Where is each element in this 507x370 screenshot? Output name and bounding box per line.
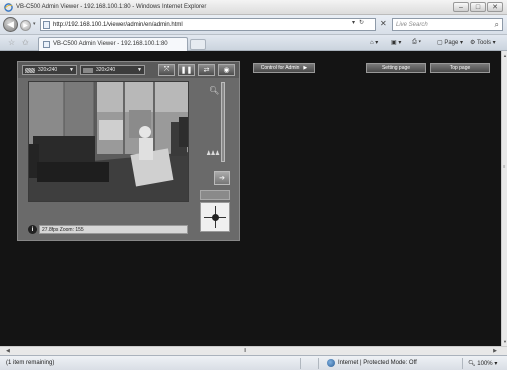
new-tab-button[interactable] bbox=[190, 39, 206, 50]
viewer-toolbar: 320x240 ▼ 320x240 ▼ ⤧ ❚❚ ⇄ ◉ bbox=[18, 62, 239, 78]
refresh-icon[interactable]: ↻ bbox=[359, 19, 364, 26]
zoom-slider[interactable] bbox=[221, 82, 225, 162]
swap-button[interactable]: ⇄ bbox=[198, 64, 215, 76]
play-icon: ▶ bbox=[303, 65, 308, 71]
url-text: http://192.168.100.1/viewer/admin/en/adm… bbox=[53, 22, 183, 28]
page-menu-label: Page bbox=[444, 40, 459, 46]
globe-icon bbox=[327, 359, 335, 367]
tab-label: VB-C500 Admin Viewer - 192.168.100.1:80 bbox=[53, 41, 168, 47]
status-bar: (1 item remaining) Internet | Protected … bbox=[0, 355, 507, 370]
scroll-down-icon[interactable]: ▼ bbox=[503, 339, 507, 344]
camera-icon: ◉ bbox=[223, 67, 230, 74]
page-menu[interactable]: ▢ Page ▾ bbox=[437, 39, 463, 46]
scroll-right-icon[interactable]: ▶ bbox=[493, 348, 497, 354]
address-dropdown-icon[interactable]: ▾ bbox=[352, 19, 355, 26]
forward-button[interactable]: ▶ bbox=[20, 20, 31, 31]
home-icon[interactable]: ⌂ ▾ bbox=[370, 39, 378, 46]
ie-logo-icon bbox=[4, 3, 13, 12]
status-message: (1 item remaining) bbox=[6, 360, 55, 366]
focus-control[interactable] bbox=[200, 190, 230, 200]
scroll-left-icon[interactable]: ◀ bbox=[6, 348, 10, 354]
search-input[interactable]: Live Search ⌕ bbox=[392, 18, 503, 31]
zoom-level-value: 100% bbox=[477, 361, 493, 367]
tab-page-icon bbox=[43, 41, 50, 48]
vertical-scrollbar[interactable]: ▲ ≡ ▼ bbox=[501, 51, 507, 346]
back-button[interactable]: ◀ bbox=[3, 17, 18, 32]
people-icon: ♟♟♟ bbox=[206, 151, 220, 157]
zoom-icon: 🔍︎ bbox=[209, 86, 220, 95]
viewer-status-row: i 27.8fps Zoom: 155 bbox=[28, 225, 188, 234]
zoom-level[interactable]: 🔍︎ 100% ▾ bbox=[468, 360, 497, 367]
tab-bar: ☆ ✩ VB-C500 Admin Viewer - 192.168.100.1… bbox=[0, 35, 507, 51]
status-divider bbox=[300, 358, 301, 369]
feeds-icon[interactable]: ▣ ▾ bbox=[391, 39, 401, 46]
search-icon[interactable]: ⌕ bbox=[495, 20, 499, 30]
minimize-button[interactable]: – bbox=[453, 2, 469, 12]
tools-menu-label: Tools bbox=[476, 40, 491, 46]
swap-icon: ⇄ bbox=[203, 67, 210, 74]
window-title: VB-C500 Admin Viewer - 192.168.100.1:80 … bbox=[16, 4, 207, 10]
stop-icon[interactable]: ✕ bbox=[380, 19, 387, 28]
pad-center-dot bbox=[212, 214, 219, 221]
viewer-status-text: 27.8fps Zoom: 155 bbox=[39, 225, 188, 234]
pan-tilt-pad[interactable] bbox=[200, 202, 230, 232]
maximize-button[interactable]: □ bbox=[470, 2, 486, 12]
top-page-button[interactable]: Top page bbox=[430, 63, 490, 73]
scroll-grip-icon[interactable]: ≡ bbox=[503, 164, 505, 169]
resolution-select-2[interactable]: 320x240 ▼ bbox=[80, 65, 145, 75]
fit-screen-button[interactable]: ⤧ bbox=[158, 64, 175, 76]
tools-menu[interactable]: ⚙ Tools ▾ bbox=[470, 39, 496, 46]
resolution-select-2-value: 320x240 bbox=[96, 67, 116, 73]
chevron-down-icon: ▼ bbox=[69, 67, 74, 73]
scroll-grip-icon[interactable]: ⦀ bbox=[244, 348, 246, 354]
pause-button[interactable]: ❚❚ bbox=[178, 64, 195, 76]
tab-admin-viewer[interactable]: VB-C500 Admin Viewer - 192.168.100.1:80 bbox=[38, 37, 188, 51]
history-dropdown-icon[interactable]: ▾ bbox=[33, 21, 36, 27]
search-placeholder: Live Search bbox=[396, 22, 428, 28]
status-divider bbox=[462, 358, 463, 369]
back-arrow-icon: ◀ bbox=[7, 19, 14, 29]
camera-viewer-panel: 320x240 ▼ 320x240 ▼ ⤧ ❚❚ ⇄ ◉ 🔍︎ ♟♟♟ ➔ i … bbox=[17, 61, 240, 241]
pattern-swatch-icon bbox=[25, 68, 35, 73]
security-zone[interactable]: Internet | Protected Mode: Off bbox=[338, 360, 417, 366]
camera-video-feed[interactable] bbox=[28, 81, 189, 202]
control-for-admin-label: Control for Admin bbox=[260, 65, 300, 71]
chevron-down-icon: ▼ bbox=[137, 67, 142, 73]
window-title-bar: VB-C500 Admin Viewer - 192.168.100.1:80 … bbox=[0, 0, 507, 15]
navigation-bar: ◀ ▶ ▾ http://192.168.100.1/viewer/admin/… bbox=[0, 15, 507, 35]
favorites-star-icon[interactable]: ☆ bbox=[8, 38, 15, 47]
status-divider bbox=[318, 358, 319, 369]
forward-arrow-icon: ▶ bbox=[23, 23, 28, 29]
control-for-admin-button[interactable]: Control for Admin ▶ bbox=[253, 63, 315, 73]
arrow-right-icon: ➔ bbox=[219, 175, 225, 182]
close-button[interactable]: ✕ bbox=[487, 2, 503, 12]
backlight-button[interactable]: ➔ bbox=[214, 171, 230, 185]
info-icon[interactable]: i bbox=[28, 225, 37, 234]
scroll-up-icon[interactable]: ▲ bbox=[503, 53, 507, 58]
setting-page-button[interactable]: Setting page bbox=[366, 63, 426, 73]
print-icon[interactable]: ⎙ ▾ bbox=[412, 39, 421, 46]
camera-image bbox=[29, 82, 188, 201]
address-field[interactable]: http://192.168.100.1/viewer/admin/en/adm… bbox=[40, 18, 376, 31]
horizontal-scrollbar[interactable]: ◀ ⦀ ▶ bbox=[0, 346, 507, 355]
snapshot-button[interactable]: ◉ bbox=[218, 64, 235, 76]
pause-icon: ❚❚ bbox=[180, 67, 193, 74]
resolution-select-1-value: 320x240 bbox=[38, 67, 58, 73]
fit-screen-icon: ⤧ bbox=[163, 66, 170, 73]
page-icon bbox=[43, 21, 50, 29]
swatch-icon bbox=[83, 68, 93, 73]
resolution-select-1[interactable]: 320x240 ▼ bbox=[22, 65, 77, 75]
add-favorites-icon[interactable]: ✩ bbox=[22, 38, 29, 47]
